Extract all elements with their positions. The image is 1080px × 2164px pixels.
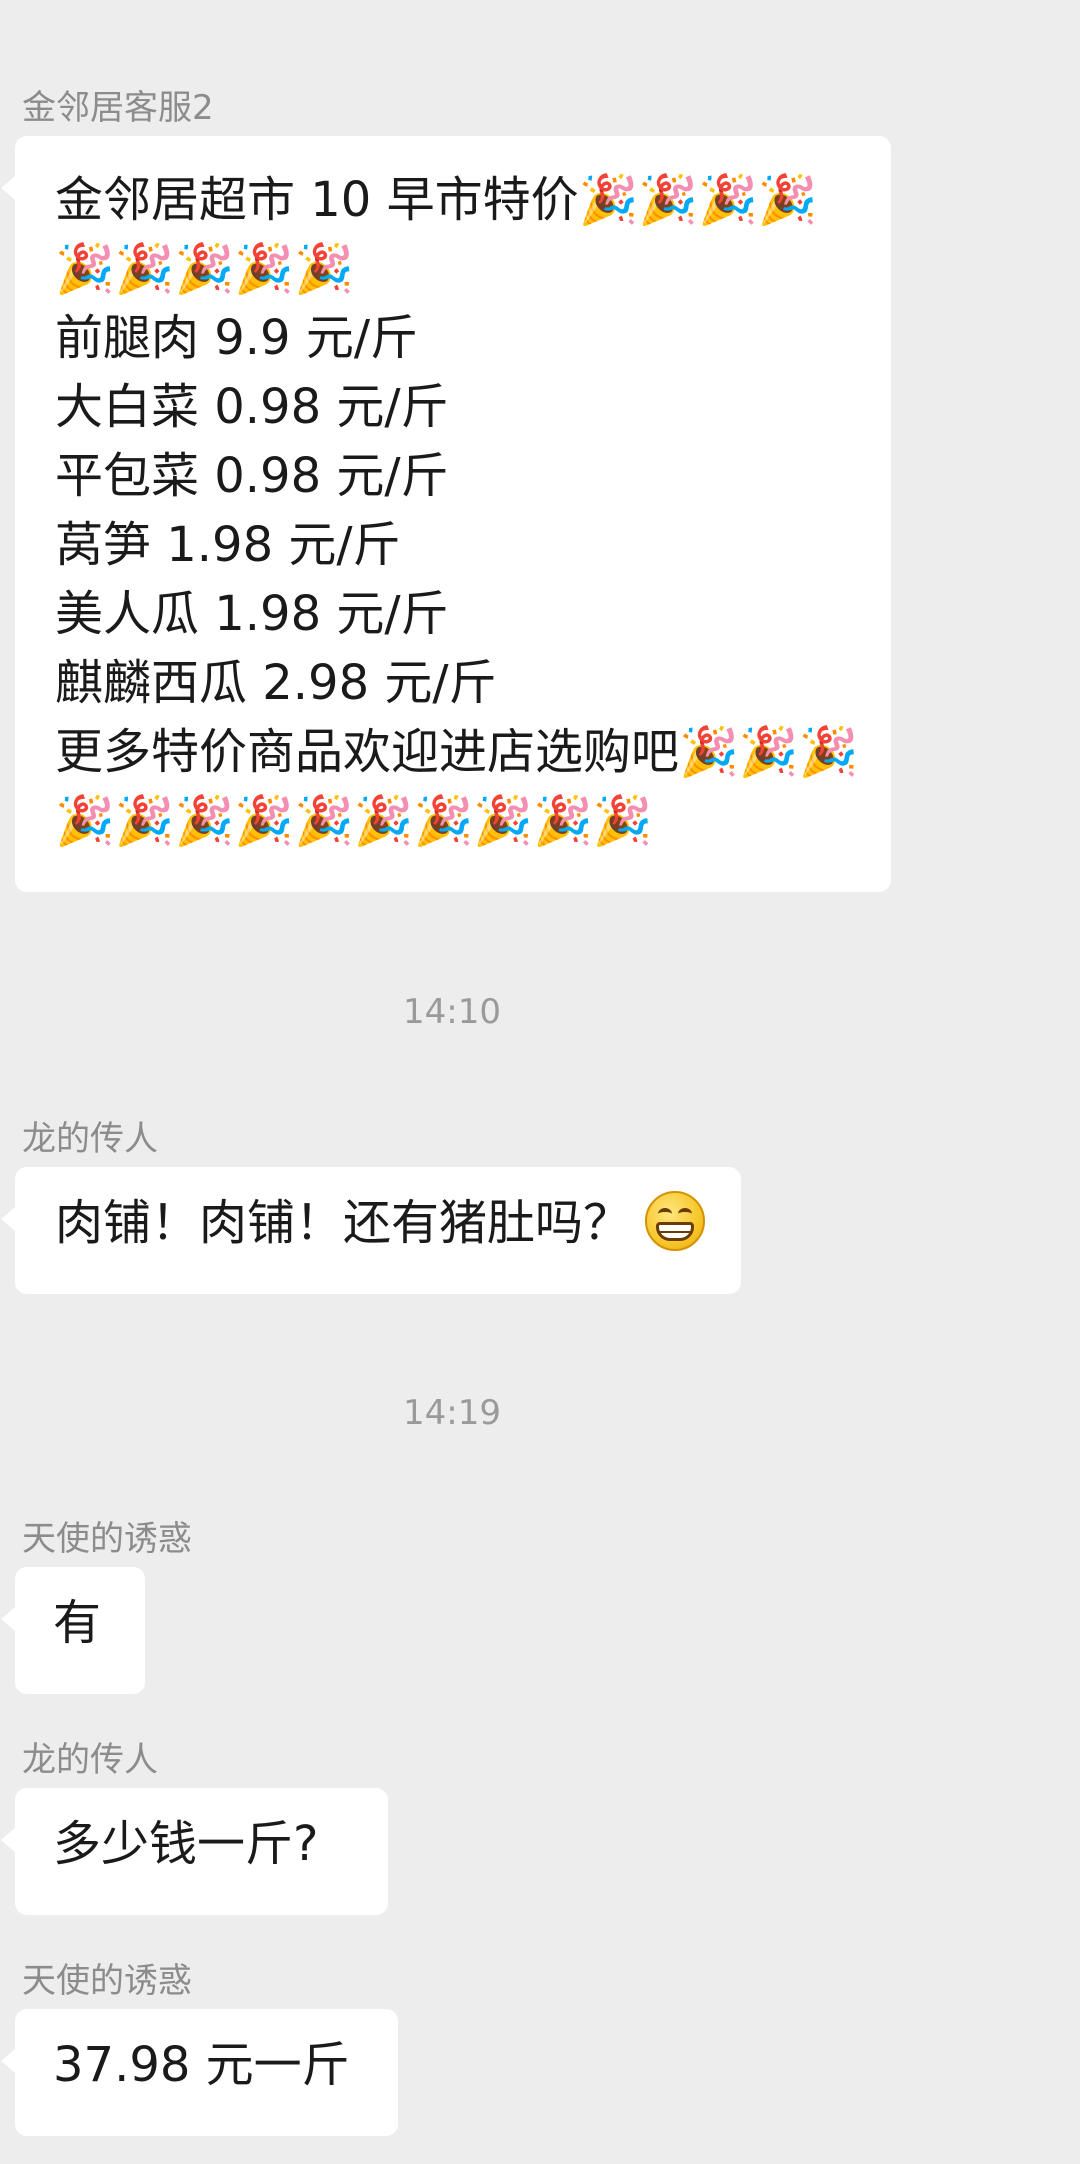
chat-message-list: 金邻居客服2 金邻居超市 10 早市特价🎉🎉🎉🎉🎉🎉🎉🎉🎉 前腿肉 9.9 元/…: [0, 0, 1080, 2164]
message-bubble-promo[interactable]: 金邻居超市 10 早市特价🎉🎉🎉🎉🎉🎉🎉🎉🎉 前腿肉 9.9 元/斤 大白菜 0…: [1, 136, 891, 892]
message-text: 肉铺！肉铺！还有猪肚吗？: [55, 1195, 632, 1251]
sender-name: 龙的传人: [22, 1740, 158, 1780]
sender-name: 金邻居客服2: [22, 88, 214, 128]
grinning-face-icon: [645, 1191, 706, 1251]
message-bubble[interactable]: 肉铺！肉铺！还有猪肚吗？: [0, 1167, 742, 1294]
message-bubble[interactable]: 37.98 元一斤: [1, 2009, 398, 2136]
sender-name: 天使的诱惑: [22, 1961, 192, 2001]
message-text: 37.98 元一斤: [53, 2037, 350, 2093]
message-bubble[interactable]: 多少钱一斤?: [1, 1788, 388, 1915]
message-text: 有: [53, 1595, 102, 1651]
timestamp-divider: 14:19: [403, 1393, 501, 1433]
message-text: 金邻居超市 10 早市特价🎉🎉🎉🎉🎉🎉🎉🎉🎉 前腿肉 9.9 元/斤 大白菜 0…: [55, 172, 859, 849]
timestamp-divider: 14:10: [403, 992, 501, 1032]
sender-name: 龙的传人: [22, 1119, 158, 1159]
message-bubble[interactable]: 有: [1, 1567, 145, 1694]
message-text: 多少钱一斤?: [53, 1816, 319, 1872]
sender-name: 天使的诱惑: [22, 1519, 192, 1559]
